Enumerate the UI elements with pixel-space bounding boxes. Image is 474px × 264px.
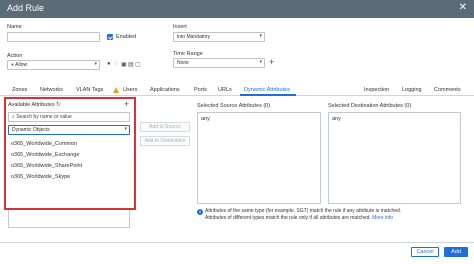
list-item[interactable]: o365_Worldwide_SharePoint <box>11 163 82 169</box>
enabled-checkbox[interactable] <box>107 34 113 40</box>
attribute-type-select[interactable]: Dynamic Objects ▾ <box>8 125 130 135</box>
tab-networks[interactable]: Networks <box>40 87 63 93</box>
active-tab-indicator <box>240 94 296 96</box>
insert-select[interactable]: into Mandatory ▾ <box>173 32 265 42</box>
add-button[interactable]: Add <box>444 247 468 257</box>
insert-label: Insert <box>173 24 187 30</box>
tab-dynamic-attributes[interactable]: Dynamic Attributes <box>244 87 290 93</box>
footer-divider <box>0 242 474 243</box>
info-line-2-text: Attributes of different types match the … <box>205 215 371 221</box>
list-item[interactable]: o365_Worldwide_Common <box>11 141 77 147</box>
time-range-label: Time Range <box>173 51 203 57</box>
source-placeholder: any <box>201 116 210 122</box>
chevron-down-icon: ▾ <box>259 59 262 65</box>
destination-attributes-list[interactable]: any <box>328 112 461 204</box>
more-info-link[interactable]: More info <box>372 215 393 221</box>
tab-zones[interactable]: Zones <box>12 87 27 93</box>
alert-icon[interactable]: ▢ <box>135 61 141 68</box>
list-item[interactable]: o365_Worldwide_Skype <box>11 174 70 180</box>
log-icon[interactable]: ▤ <box>128 61 134 68</box>
add-to-destination-button[interactable]: Add to Destination <box>140 136 190 146</box>
tab-logging[interactable]: Logging <box>402 87 422 93</box>
info-line-1: Attributes of the same type (for example… <box>205 208 402 214</box>
tab-applications[interactable]: Applications <box>150 87 180 93</box>
close-icon[interactable]: ✕ <box>459 2 467 13</box>
search-icon: ⌕ <box>12 114 15 120</box>
add-attribute-icon[interactable]: + <box>124 99 129 109</box>
available-list-tail <box>8 210 130 228</box>
add-time-range-icon[interactable]: + <box>269 57 274 67</box>
name-label: Name <box>7 24 22 30</box>
enabled-label: Enabled <box>116 34 137 40</box>
attribute-search-input[interactable]: ⌕ Search by name or value <box>8 112 130 122</box>
tab-ports[interactable]: Ports <box>194 87 207 93</box>
chevron-down-icon: ▾ <box>259 33 262 39</box>
tab-vlan-tags[interactable]: VLAN Tags <box>76 87 103 93</box>
time-range-select[interactable]: None ▾ <box>173 58 265 68</box>
add-to-source-button[interactable]: Add to Source <box>140 122 190 132</box>
dialog-titlebar: Add Rule ✕ <box>0 0 474 18</box>
tab-users[interactable]: Users <box>123 87 137 93</box>
attribute-type-value: Dynamic Objects <box>12 127 50 133</box>
refresh-icon[interactable]: ↻ <box>56 101 61 108</box>
action-label: Action <box>7 53 23 59</box>
source-attributes-header: Selected Source Attributes (0) <box>197 103 271 109</box>
chevron-down-icon: ▾ <box>124 126 127 132</box>
info-icon: i <box>197 209 203 215</box>
time-range-value: None <box>177 60 189 66</box>
tab-inspection[interactable]: Inspection <box>364 87 389 93</box>
tab-urls[interactable]: URLs <box>218 87 232 93</box>
search-placeholder: Search by name or value <box>16 114 72 120</box>
source-attributes-list[interactable]: any <box>197 112 321 204</box>
allow-icon: ● <box>11 62 15 68</box>
cancel-button[interactable]: Cancel <box>411 247 439 257</box>
action-value: Allow <box>15 62 28 68</box>
shield-icon[interactable]: ● <box>107 61 111 67</box>
available-attributes-header: Available Attributes <box>8 102 55 108</box>
dialog-title: Add Rule <box>7 3 45 13</box>
tab-comments[interactable]: Comments <box>434 87 461 93</box>
destination-attributes-header: Selected Destination Attributes (0) <box>328 103 412 109</box>
warning-icon <box>113 87 119 93</box>
destination-placeholder: any <box>332 116 341 122</box>
name-input[interactable] <box>7 32 100 42</box>
file-icon[interactable]: ◌ <box>114 61 118 67</box>
chevron-down-icon: ▾ <box>94 61 97 67</box>
list-item[interactable]: o365_Worldwide_Exchange <box>11 152 79 158</box>
info-line-2: Attributes of different types match the … <box>205 215 393 221</box>
lock-icon[interactable]: ▣ <box>121 61 127 68</box>
insert-value: into Mandatory <box>177 34 211 40</box>
action-select[interactable]: ● Allow ▾ <box>7 60 100 70</box>
